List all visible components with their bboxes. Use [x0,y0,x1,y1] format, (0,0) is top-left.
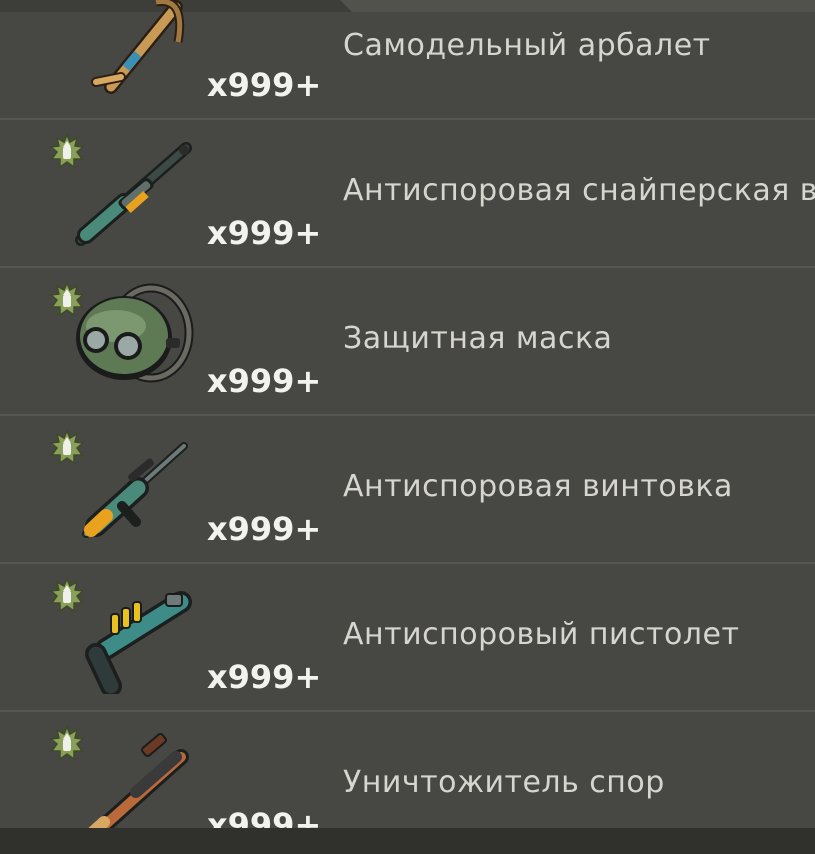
inventory-item-crossbow[interactable]: x999+ Самодельный арбалет [0,0,815,120]
item-name: Уничтожитель спор [343,765,665,800]
footer-bar [0,828,815,854]
item-quantity: x999+ [207,658,322,696]
sniper-rifle-icon [75,142,192,246]
item-quantity: x999+ [207,510,322,548]
item-quantity: x999+ [207,66,322,104]
item-name: Защитная маска [343,321,613,356]
item-quantity: x999+ [207,214,322,252]
inventory-item-gas-mask[interactable]: x999+ Защитная маска [0,268,815,416]
item-quantity: x999+ [207,362,322,400]
item-name: Антиспоровая винтовка [343,469,733,504]
item-name: Антиспоровый пистолет [343,617,740,652]
inventory-item-pistol[interactable]: x999+ Антиспоровый пистолет [0,564,815,712]
gas-mask-icon [76,283,194,383]
item-quantity: x999+ [207,806,322,828]
inventory-item-spore-destroyer[interactable]: x999+ Уничтожитель спор [0,712,815,828]
inventory-screen: x999+ Самодельный арбалет x999+ Антиспор… [0,0,815,854]
inventory-item-rifle[interactable]: x999+ Антиспоровая винтовка [0,416,815,564]
inventory-list[interactable]: x999+ Самодельный арбалет x999+ Антиспор… [0,0,815,828]
crossbow-icon [91,0,185,94]
item-name: Антиспоровая снайперская в [343,173,815,208]
item-name: Самодельный арбалет [343,28,711,63]
inventory-item-sniper-rifle[interactable]: x999+ Антиспоровая снайперская в [0,120,815,268]
rifle-icon [82,442,188,538]
flamethrower-icon [88,733,189,828]
pistol-icon [85,591,192,694]
